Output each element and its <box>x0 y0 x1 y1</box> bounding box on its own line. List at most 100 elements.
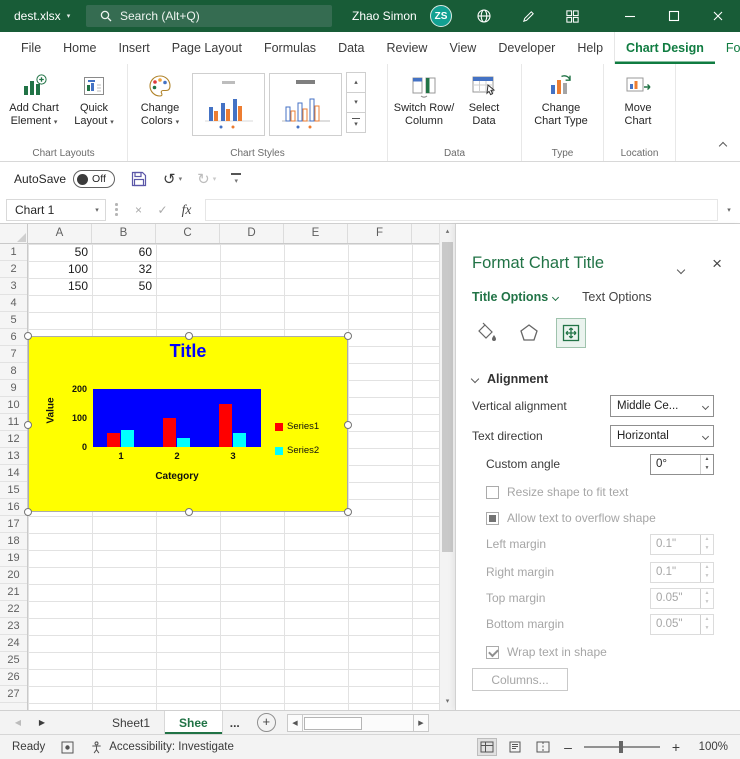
change-colors-button[interactable]: Change Colors▾ <box>132 68 188 128</box>
column-header-E[interactable]: E <box>284 224 348 243</box>
resize-handle-top-middle[interactable] <box>185 332 193 340</box>
pane-close-icon[interactable]: × <box>712 254 722 274</box>
text-direction-dropdown[interactable]: Horizontal <box>610 425 714 447</box>
column-header-F[interactable]: F <box>348 224 412 243</box>
fill-line-icon[interactable] <box>472 318 502 348</box>
tab-developer[interactable]: Developer <box>487 32 566 64</box>
zoom-level[interactable]: 100% <box>692 741 728 753</box>
row-header-15[interactable]: 15 <box>0 482 27 499</box>
chart-object[interactable]: Title Value 0100200 123 Category Series1… <box>28 336 348 512</box>
chart-plot-area[interactable] <box>93 389 261 447</box>
tab-format[interactable]: Format <box>715 32 740 64</box>
tab-review[interactable]: Review <box>375 32 438 64</box>
cancel-entry-button[interactable]: × <box>127 203 151 217</box>
gallery-down-button[interactable]: ▾ <box>346 92 366 113</box>
chart-legend[interactable]: Series1 Series2 <box>275 421 319 469</box>
row-header-5[interactable]: 5 <box>0 312 27 329</box>
bar-Series2-cat3[interactable] <box>233 433 246 448</box>
avatar[interactable]: ZS <box>430 5 452 27</box>
horizontal-scrollbar[interactable]: ◀ ▶ <box>287 714 429 732</box>
sheet-tab-overflow[interactable]: ... <box>223 711 247 734</box>
row-header-8[interactable]: 8 <box>0 363 27 380</box>
sheet-tab-sheet1[interactable]: Sheet1 <box>98 711 165 734</box>
row-header-16[interactable]: 16 <box>0 499 27 516</box>
spin-up-arrow[interactable]: ▲ <box>701 535 713 545</box>
row-header-9[interactable]: 9 <box>0 380 27 397</box>
search-box[interactable]: Search (Alt+Q) <box>86 5 332 27</box>
tab-formulas[interactable]: Formulas <box>253 32 327 64</box>
alignment-section-header[interactable]: Alignment <box>472 372 548 386</box>
add-sheet-button[interactable]: + <box>257 713 276 732</box>
column-header-D[interactable]: D <box>220 224 284 243</box>
confirm-entry-button[interactable]: ✓ <box>151 203 175 217</box>
globe-icon[interactable] <box>464 0 504 32</box>
name-box[interactable]: Chart 1 ▾ <box>6 199 106 221</box>
tab-chart-design[interactable]: Chart Design <box>614 32 715 64</box>
zoom-out-button[interactable]: – <box>562 739 574 755</box>
spin-down-arrow[interactable]: ▼ <box>701 464 713 474</box>
zoom-slider-thumb[interactable] <box>619 741 623 753</box>
legend-Series1[interactable]: Series1 <box>275 421 319 432</box>
change-chart-type-button[interactable]: Change Chart Type <box>526 68 596 128</box>
undo-button[interactable]: ↺▾ <box>163 172 182 187</box>
column-header-C[interactable]: C <box>156 224 220 243</box>
tab-data[interactable]: Data <box>327 32 375 64</box>
row-header-3[interactable]: 3 <box>0 278 27 295</box>
maximize-button[interactable] <box>652 0 696 32</box>
resize-handle-middle-right[interactable] <box>344 421 352 429</box>
add-chart-element-button[interactable]: Add Chart Element▾ <box>4 68 64 128</box>
minimize-button[interactable] <box>608 0 652 32</box>
tab-help[interactable]: Help <box>566 32 614 64</box>
row-header-6[interactable]: 6 <box>0 329 27 346</box>
tab-file[interactable]: File <box>10 32 52 64</box>
autosave-toggle[interactable]: Off <box>73 170 115 188</box>
row-header-4[interactable]: 4 <box>0 295 27 312</box>
top-margin-input[interactable]: 0.05" ▲▼ <box>650 588 714 609</box>
column-header-B[interactable]: B <box>92 224 156 243</box>
bar-Series2-cat2[interactable] <box>177 438 190 447</box>
accessibility-status[interactable]: Accessibility: Investigate <box>90 741 234 754</box>
row-header-10[interactable]: 10 <box>0 397 27 414</box>
tab-view[interactable]: View <box>438 32 487 64</box>
zoom-in-button[interactable]: + <box>670 739 682 755</box>
bar-Series1-cat2[interactable] <box>163 418 176 447</box>
sheet-nav-right-arrow[interactable]: ▶ <box>30 711 54 734</box>
column-header-A[interactable]: A <box>28 224 92 243</box>
cell-A1[interactable]: 50 <box>28 244 92 261</box>
bottom-margin-input[interactable]: 0.05" ▲▼ <box>650 614 714 635</box>
vertical-alignment-dropdown[interactable]: Middle Ce... <box>610 395 714 417</box>
chart-title[interactable]: Title <box>29 341 347 362</box>
row-header-17[interactable]: 17 <box>0 516 27 533</box>
switch-row-column-button[interactable]: Switch Row/ Column <box>392 68 456 128</box>
collapse-ribbon-chevron-icon[interactable] <box>720 138 726 152</box>
chart-y-axis-title[interactable]: Value <box>46 381 57 441</box>
select-all-corner[interactable] <box>0 224 28 244</box>
spin-down-arrow[interactable]: ▼ <box>701 572 713 582</box>
hscroll-thumb[interactable] <box>304 717 362 730</box>
row-header-21[interactable]: 21 <box>0 584 27 601</box>
tab-text-options[interactable]: Text Options <box>582 290 651 304</box>
cell-B1[interactable]: 60 <box>92 244 156 261</box>
left-margin-input[interactable]: 0.1" ▲▼ <box>650 534 714 555</box>
resize-handle-bottom-middle[interactable] <box>185 508 193 516</box>
save-button[interactable] <box>130 170 148 188</box>
row-header-27[interactable]: 27 <box>0 686 27 703</box>
row-header-22[interactable]: 22 <box>0 601 27 618</box>
row-header-14[interactable]: 14 <box>0 465 27 482</box>
row-header-18[interactable]: 18 <box>0 533 27 550</box>
row-header-24[interactable]: 24 <box>0 635 27 652</box>
spin-up-arrow[interactable]: ▲ <box>701 455 713 465</box>
bar-Series2-cat1[interactable] <box>121 430 134 447</box>
legend-Series2[interactable]: Series2 <box>275 445 319 456</box>
row-header-25[interactable]: 25 <box>0 652 27 669</box>
tab-home[interactable]: Home <box>52 32 107 64</box>
cell-A3[interactable]: 150 <box>28 278 92 295</box>
spin-down-arrow[interactable]: ▼ <box>701 624 713 634</box>
row-header-19[interactable]: 19 <box>0 550 27 567</box>
close-button[interactable] <box>696 0 740 32</box>
chart-x-axis-title[interactable]: Category <box>93 471 261 482</box>
spin-down-arrow[interactable]: ▼ <box>701 544 713 554</box>
gallery-more-button[interactable]: ▾ <box>346 112 366 133</box>
row-header-13[interactable]: 13 <box>0 448 27 465</box>
scroll-down-arrow[interactable]: ▾ <box>440 694 455 710</box>
